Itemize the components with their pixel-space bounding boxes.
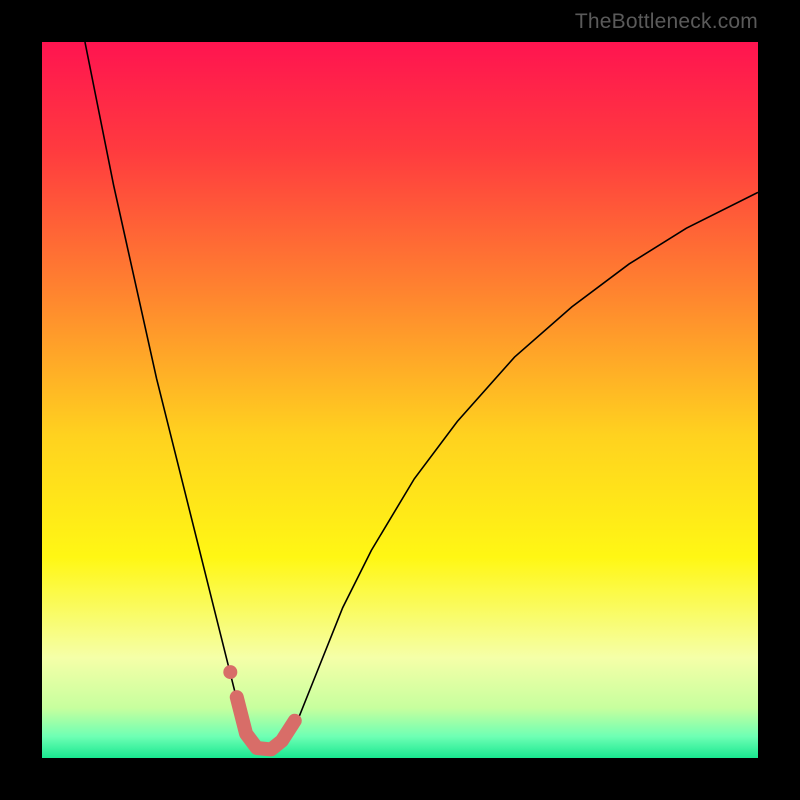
chart-svg	[42, 42, 758, 758]
plot-area	[42, 42, 758, 758]
gradient-rect	[42, 42, 758, 758]
chart-container: TheBottleneck.com	[0, 0, 800, 800]
watermark-text: TheBottleneck.com	[575, 10, 758, 34]
series-highlight-dot	[223, 665, 237, 679]
